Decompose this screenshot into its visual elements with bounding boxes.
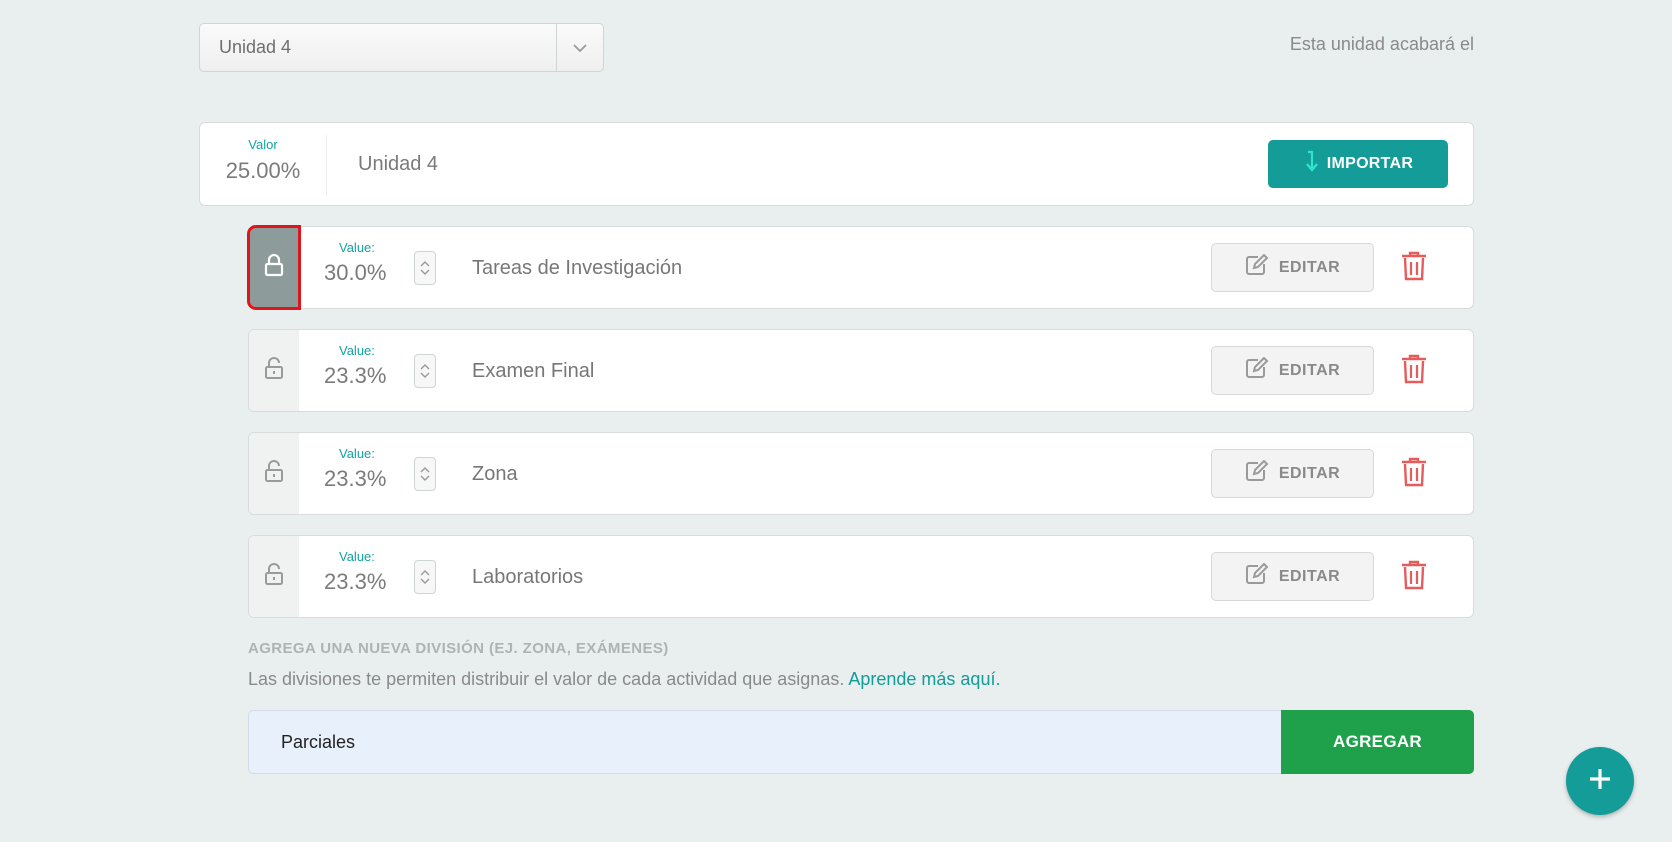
division-value: 23.3% xyxy=(324,363,387,388)
edit-button[interactable]: EDITAR xyxy=(1211,449,1374,498)
add-fab-button[interactable] xyxy=(1566,747,1634,815)
division-row: Value: 23.3% Examen Final EDITAR xyxy=(248,329,1474,412)
edit-label: EDITAR xyxy=(1278,361,1341,379)
add-division-description-text: Las divisiones te permiten distribuir el… xyxy=(248,669,845,689)
import-button[interactable]: IMPORTAR xyxy=(1268,140,1448,188)
unit-select[interactable]: Unidad 4 xyxy=(199,23,604,72)
division-name: Examen Final xyxy=(472,360,595,382)
division-row: Value: 23.3% Zona EDITAR xyxy=(248,432,1474,515)
trash-icon[interactable] xyxy=(1401,251,1427,286)
division-row: Value: 23.3% Laboratorios EDITAR xyxy=(248,535,1474,618)
division-name: Laboratorios xyxy=(472,566,584,588)
lock-open-icon xyxy=(263,356,285,385)
lock-toggle[interactable] xyxy=(249,330,299,411)
value-stepper[interactable] xyxy=(414,251,436,285)
edit-label: EDITAR xyxy=(1278,567,1341,585)
plus-icon xyxy=(1588,767,1612,796)
edit-icon xyxy=(1245,562,1269,590)
edit-button[interactable]: EDITAR xyxy=(1211,243,1374,292)
edit-icon xyxy=(1245,253,1269,281)
lock-toggle[interactable] xyxy=(247,225,301,310)
value-stepper[interactable] xyxy=(414,457,436,491)
lock-toggle[interactable] xyxy=(249,433,299,514)
trash-icon[interactable] xyxy=(1401,560,1427,595)
lock-closed-icon xyxy=(263,253,285,282)
unit-card: Valor 25.00% Unidad 4 IMPORTAR xyxy=(199,122,1474,206)
division-row: Value: 30.0% Tareas de Investigación EDI… xyxy=(247,225,1474,310)
division-value: 30.0% xyxy=(324,260,387,285)
chevron-down-icon[interactable] xyxy=(556,24,603,71)
value-stepper[interactable] xyxy=(414,354,436,388)
trash-icon[interactable] xyxy=(1401,457,1427,492)
edit-label: EDITAR xyxy=(1278,464,1341,482)
value-stepper[interactable] xyxy=(414,560,436,594)
learn-more-link[interactable]: Aprende más aquí. xyxy=(848,669,1000,689)
division-value: 23.3% xyxy=(324,466,387,491)
add-division-title: AGREGA UNA NUEVA DIVISIÓN (EJ. ZONA, EXÁ… xyxy=(248,640,669,657)
edit-icon xyxy=(1245,459,1269,487)
import-icon xyxy=(1303,150,1319,179)
division-name: Zona xyxy=(472,463,518,485)
lock-toggle[interactable] xyxy=(249,536,299,617)
division-value-label: Value: xyxy=(339,446,375,461)
unit-name: Unidad 4 xyxy=(358,153,439,175)
import-label: IMPORTAR xyxy=(1326,155,1414,172)
add-button[interactable]: AGREGAR xyxy=(1281,710,1474,774)
unit-select-value: Unidad 4 xyxy=(219,37,292,57)
division-value-label: Value: xyxy=(339,549,375,564)
edit-icon xyxy=(1245,356,1269,384)
division-value: 23.3% xyxy=(324,569,387,594)
division-name: Tareas de Investigación xyxy=(472,257,683,279)
edit-button[interactable]: EDITAR xyxy=(1211,346,1374,395)
edit-button[interactable]: EDITAR xyxy=(1211,552,1374,601)
unit-value-box: Valor 25.00% xyxy=(200,135,327,195)
lock-open-icon xyxy=(263,562,285,591)
add-division-description: Las divisiones te permiten distribuir el… xyxy=(248,669,1000,690)
unit-value-label: Valor xyxy=(248,137,278,152)
division-value-label: Value: xyxy=(339,343,375,358)
unit-end-text: Esta unidad acabará el xyxy=(1289,34,1474,54)
lock-open-icon xyxy=(263,459,285,488)
division-name-input[interactable] xyxy=(248,710,1281,774)
division-value-label: Value: xyxy=(339,240,375,255)
trash-icon[interactable] xyxy=(1401,354,1427,389)
unit-value: 25.00% xyxy=(225,158,301,183)
edit-label: EDITAR xyxy=(1278,258,1341,276)
